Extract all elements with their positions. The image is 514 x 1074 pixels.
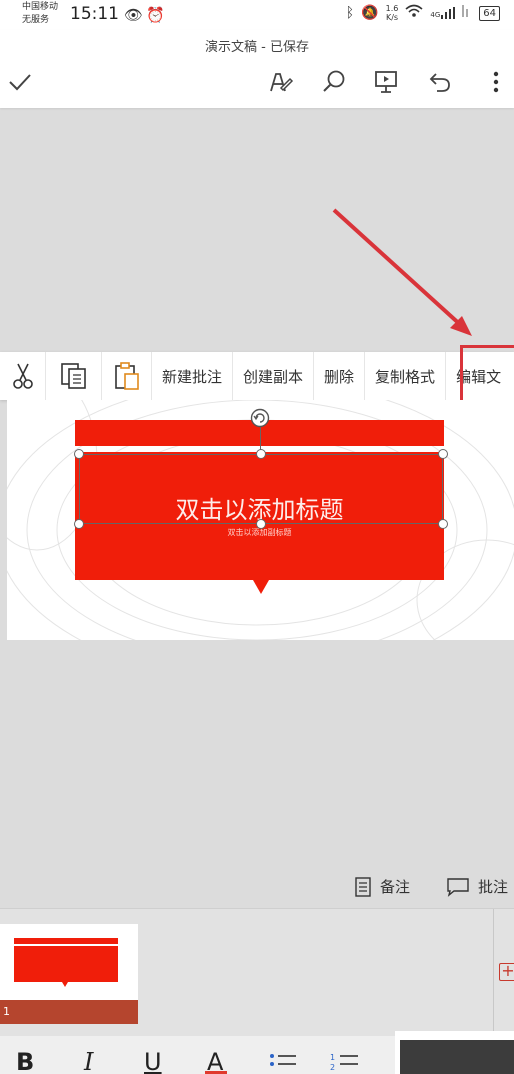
carrier-info: 中国移动 无服务 bbox=[22, 1, 58, 27]
resize-handle-top[interactable] bbox=[256, 449, 266, 459]
status-icons-right: ᛒ 🔕 1.6 K/s 4G 64 bbox=[346, 4, 500, 22]
copy-button[interactable] bbox=[46, 352, 102, 400]
carrier-service: 无服务 bbox=[22, 15, 50, 25]
underline-button[interactable]: U bbox=[144, 1048, 162, 1074]
numbered-list-icon[interactable]: 1 2 bbox=[330, 1052, 360, 1074]
signal-icon: 4G bbox=[430, 7, 456, 19]
comments-button[interactable]: 批注 bbox=[446, 876, 508, 897]
present-icon bbox=[375, 71, 397, 93]
network-type: 4G bbox=[430, 11, 441, 19]
wifi-icon bbox=[405, 4, 423, 22]
bluetooth-icon: ᛒ bbox=[345, 5, 355, 21]
resize-handle-bottom-left[interactable] bbox=[74, 519, 84, 529]
thumb-title-shape bbox=[14, 938, 118, 944]
comment-icon bbox=[447, 877, 469, 897]
bottom-right-overlay bbox=[400, 1040, 514, 1074]
italic-button[interactable]: I bbox=[84, 1048, 93, 1074]
status-icons-left: 👁⏰ bbox=[124, 6, 168, 24]
more-button[interactable] bbox=[480, 66, 512, 98]
cut-icon bbox=[12, 363, 33, 389]
status-bar: 中国移动 无服务 15:11 👁⏰ ᛒ 🔕 1.6 K/s 4G 64 bbox=[0, 0, 514, 30]
resize-handle-top-right[interactable] bbox=[438, 449, 448, 459]
annotation-arrow bbox=[332, 208, 472, 336]
slide-canvas[interactable]: 双击以添加标题 双击以添加副标题 bbox=[7, 400, 514, 640]
copy-icon bbox=[60, 363, 86, 389]
mute-icon: 🔕 bbox=[361, 5, 379, 21]
battery-icon: 64 bbox=[479, 5, 500, 21]
eye-icon: 👁 bbox=[124, 6, 147, 24]
bullet-list-icon[interactable] bbox=[268, 1052, 298, 1074]
resize-handle-bottom[interactable] bbox=[256, 519, 266, 529]
paste-button[interactable] bbox=[102, 352, 152, 400]
cut-button[interactable] bbox=[0, 352, 46, 400]
new-comment-item[interactable]: 新建批注 bbox=[152, 352, 234, 400]
notes-label: 备注 bbox=[380, 878, 411, 896]
notes-comments-bar: 备注 批注 bbox=[0, 866, 514, 908]
check-icon bbox=[9, 74, 31, 91]
resize-handle-bottom-right[interactable] bbox=[438, 519, 448, 529]
more-icon bbox=[493, 71, 499, 93]
plus-icon: + bbox=[501, 961, 514, 980]
present-button[interactable] bbox=[370, 66, 402, 98]
done-button[interactable] bbox=[4, 66, 36, 98]
pen-icon bbox=[270, 73, 294, 92]
svg-text:2: 2 bbox=[330, 1063, 335, 1072]
selection-box bbox=[79, 454, 443, 524]
copy-format-item[interactable]: 复制格式 bbox=[365, 352, 447, 400]
callout-pointer bbox=[253, 580, 269, 594]
bold-button[interactable]: B bbox=[16, 1048, 34, 1074]
comments-label: 批注 bbox=[478, 878, 509, 896]
resize-handle-top-left[interactable] bbox=[74, 449, 84, 459]
signal2-icon bbox=[462, 5, 472, 21]
slide-thumbnail[interactable]: 1 bbox=[0, 924, 138, 1024]
slide-number: 1 bbox=[0, 1000, 138, 1024]
thumb-callout-pointer bbox=[62, 982, 68, 987]
rotate-handle-icon[interactable] bbox=[250, 408, 270, 428]
undo-icon bbox=[429, 73, 450, 92]
status-time: 15:11 bbox=[70, 4, 119, 24]
paste-icon bbox=[114, 362, 139, 390]
undo-button[interactable] bbox=[424, 66, 456, 98]
document-title: 演示文稿 - 已保存 bbox=[205, 40, 309, 55]
app-header: 演示文稿 - 已保存 bbox=[0, 30, 514, 108]
context-menu: 新建批注 创建副本 删除 复制格式 编辑文 bbox=[0, 352, 514, 400]
draw-button[interactable] bbox=[264, 66, 296, 98]
thumbnails-divider bbox=[493, 909, 494, 1037]
delete-item[interactable]: 删除 bbox=[314, 352, 366, 400]
duplicate-item[interactable]: 创建副本 bbox=[233, 352, 315, 400]
notes-icon bbox=[355, 876, 371, 897]
svg-text:1: 1 bbox=[330, 1053, 335, 1062]
notes-button[interactable]: 备注 bbox=[354, 876, 410, 897]
carrier-name: 中国移动 bbox=[22, 2, 59, 12]
network-speed: 1.6 K/s bbox=[385, 4, 399, 22]
search-icon bbox=[323, 70, 345, 92]
alarm-icon: ⏰ bbox=[146, 6, 168, 24]
add-slide-button[interactable]: + bbox=[499, 963, 514, 981]
thumb-callout-shape bbox=[14, 946, 118, 982]
slide-thumbnails-panel: 1 + bbox=[0, 908, 514, 1037]
search-button[interactable] bbox=[318, 66, 350, 98]
